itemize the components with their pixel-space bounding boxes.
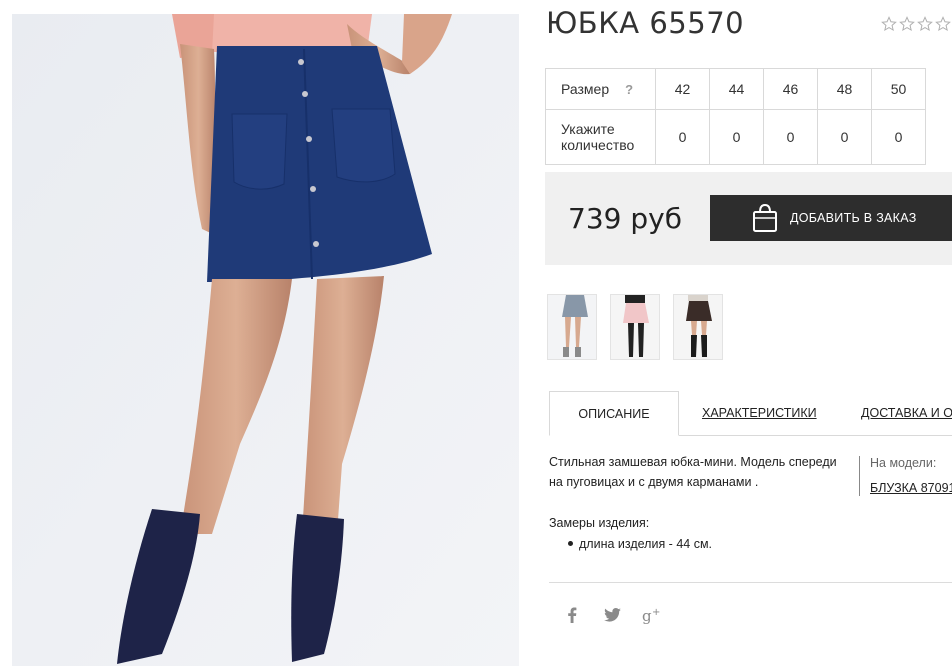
google-plus-icon[interactable]: g + <box>642 605 662 625</box>
quantity-row: Укажите количество 0 0 0 0 0 <box>545 109 926 165</box>
price-panel: 739 руб ДОБАВИТЬ В ЗАКАЗ <box>545 172 952 265</box>
quantity-input-50[interactable]: 0 <box>871 109 926 165</box>
on-model-block: На модели: БЛУЗКА 87091 <box>859 456 952 496</box>
twitter-icon[interactable] <box>602 605 622 625</box>
shopping-bag-icon <box>753 203 777 232</box>
star-icon[interactable] <box>935 16 951 32</box>
on-model-link[interactable]: БЛУЗКА 87091 <box>870 481 952 495</box>
on-model-label: На модели: <box>870 456 937 470</box>
size-50: 50 <box>871 68 926 110</box>
tab-description[interactable]: ОПИСАНИЕ <box>549 391 679 436</box>
add-to-order-button[interactable]: ДОБАВИТЬ В ЗАКАЗ <box>710 195 952 241</box>
quantity-input-46[interactable]: 0 <box>763 109 818 165</box>
thumbnail-grey-skirt[interactable] <box>547 294 597 360</box>
size-44: 44 <box>709 68 764 110</box>
measurements-list: длина изделия - 44 см. <box>549 535 712 553</box>
color-variants <box>547 294 723 360</box>
star-icon[interactable] <box>899 16 915 32</box>
size-help-icon[interactable]: ? <box>625 82 633 97</box>
quantity-input-48[interactable]: 0 <box>817 109 872 165</box>
quantity-label-line2: количество <box>561 137 635 153</box>
info-tabs: ОПИСАНИЕ ХАРАКТЕРИСТИКИ ДОСТАВКА И ОПЛАТ… <box>549 391 952 436</box>
quantity-input-44[interactable]: 0 <box>709 109 764 165</box>
thumbnail-pink-skirt[interactable] <box>610 294 660 360</box>
star-icon[interactable] <box>917 16 933 32</box>
size-label-cell: Размер? <box>545 68 656 110</box>
divider <box>549 582 952 583</box>
product-price: 739 руб <box>568 202 682 235</box>
add-to-order-label: ДОБАВИТЬ В ЗАКАЗ <box>790 211 917 225</box>
svg-text:+: + <box>652 607 660 618</box>
size-table: Размер? 42 44 46 48 50 Укажите количеств… <box>545 68 926 165</box>
quantity-label-cell: Укажите количество <box>545 109 656 165</box>
measurements-title: Замеры изделия: <box>549 516 650 530</box>
social-share: g + <box>562 605 662 625</box>
size-row: Размер? 42 44 46 48 50 <box>545 68 926 110</box>
star-icon[interactable] <box>881 16 897 32</box>
measurement-item: длина изделия - 44 см. <box>549 535 712 553</box>
rating-stars[interactable] <box>881 16 951 32</box>
size-42: 42 <box>655 68 710 110</box>
product-photo[interactable] <box>12 14 519 666</box>
measurements: Замеры изделия: длина изделия - 44 см. <box>549 516 712 553</box>
size-48: 48 <box>817 68 872 110</box>
facebook-icon[interactable] <box>562 605 582 625</box>
size-46: 46 <box>763 68 818 110</box>
tab-delivery[interactable]: ДОСТАВКА И ОПЛАТА <box>861 391 952 436</box>
thumbnail-black-skirt[interactable] <box>673 294 723 360</box>
quantity-label-line1: Укажите <box>561 121 615 137</box>
quantity-input-42[interactable]: 0 <box>655 109 710 165</box>
size-label: Размер <box>561 81 610 97</box>
tab-characteristics[interactable]: ХАРАКТЕРИСТИКИ <box>702 391 817 436</box>
description-text: Стильная замшевая юбка-мини. Модель спер… <box>549 455 837 489</box>
svg-text:g: g <box>642 607 652 624</box>
product-title: ЮБКА 65570 <box>546 6 745 40</box>
